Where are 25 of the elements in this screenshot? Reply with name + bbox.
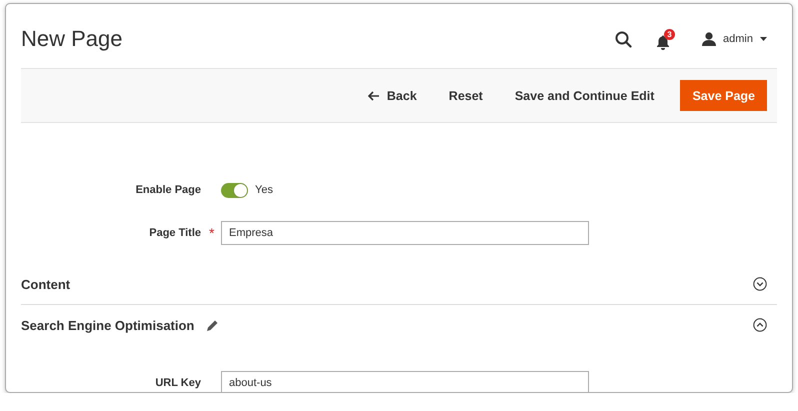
text-field[interactable]: Empresa: [221, 221, 589, 245]
back-button[interactable]: Back: [356, 80, 429, 110]
user-icon: [702, 32, 716, 46]
search-button[interactable]: [615, 30, 632, 48]
field-label: URL Key: [155, 377, 201, 389]
user-menu[interactable]: admin: [702, 32, 767, 46]
toggle-switch[interactable]: [221, 182, 248, 198]
page-title: New Page: [21, 26, 123, 52]
section-title[interactable]: Content: [21, 276, 70, 292]
action-button[interactable]: Reset: [436, 80, 495, 110]
required-mark: *: [209, 225, 216, 241]
caret-icon: [760, 37, 767, 41]
action-button[interactable]: Save and Continue Edit: [502, 80, 666, 110]
save-button[interactable]: Save Page: [680, 80, 767, 111]
text-field[interactable]: about-us: [221, 371, 589, 392]
notification-count: 3: [664, 28, 676, 40]
expand-icon[interactable]: [753, 277, 767, 291]
field-label: Enable Page: [136, 184, 201, 196]
arrow-left-icon: [368, 90, 379, 100]
notifications-button[interactable]: 3: [656, 28, 678, 50]
search-icon: [615, 30, 632, 48]
field-label: Page Title: [149, 227, 201, 239]
collapse-icon[interactable]: [753, 318, 767, 332]
toggle-value: Yes: [255, 184, 273, 196]
section-title[interactable]: Search Engine Optimisation: [21, 318, 194, 332]
